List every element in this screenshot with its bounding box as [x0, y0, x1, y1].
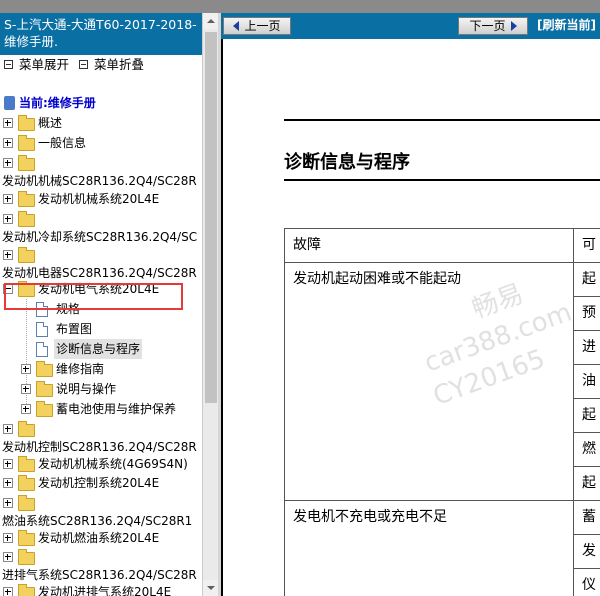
- folder-icon: [18, 135, 35, 151]
- expand-icon: [4, 60, 13, 69]
- expand-plus-icon[interactable]: [3, 587, 13, 596]
- diagnosis-table: 故障 可 发动机起动困难或不能起动 起 预 进 油 起 燃 起 发电机不充电或充…: [284, 228, 600, 596]
- scroll-thumb[interactable]: [205, 32, 217, 403]
- folder-icon: [18, 530, 35, 546]
- toc-scrollbar[interactable]: [202, 13, 219, 596]
- content-panel: 上一页 下一页 [刷新当前] 诊断信息与程序 故障 可 发动机起动困难或不能起动…: [221, 13, 600, 596]
- fault-cell: 发动机起动困难或不能起动: [284, 262, 574, 501]
- folder-icon: [18, 456, 35, 472]
- highlight-box: [4, 283, 183, 310]
- tree-label: 说明与操作: [56, 382, 117, 396]
- expand-plus-icon[interactable]: [3, 478, 13, 488]
- cause-cell: 起: [573, 398, 600, 433]
- collapse-icon: [79, 60, 89, 69]
- folder-icon: [18, 584, 35, 596]
- heading-rule-bottom: [284, 179, 600, 181]
- expand-plus-icon[interactable]: [3, 498, 13, 508]
- header-fault: 故障: [284, 228, 574, 263]
- folder-icon: [18, 475, 35, 491]
- tree-label: 发动机机械系统20L4E: [38, 192, 160, 206]
- menu-controls: 菜单展开 菜单折叠: [0, 55, 202, 75]
- cause-cell: 起: [573, 262, 600, 297]
- top-strip: [0, 0, 600, 13]
- expand-plus-icon[interactable]: [3, 194, 13, 204]
- expand-plus-icon[interactable]: [21, 384, 31, 394]
- expand-plus-icon[interactable]: [21, 364, 31, 374]
- document-icon: [36, 342, 48, 357]
- manual-title: S-上汽大通-大通T60-2017-2018- 维修手册.: [0, 13, 202, 55]
- tree-label: 发动机控制系统20L4E: [38, 476, 160, 490]
- folder-icon: [36, 401, 53, 417]
- cause-cell: 仪: [573, 568, 600, 596]
- tree-label-selected: 诊断信息与程序: [54, 339, 143, 359]
- prev-page-button[interactable]: 上一页: [223, 17, 291, 35]
- folder-icon: [18, 549, 35, 565]
- cause-cell: 进: [573, 330, 600, 365]
- right-arrow-icon: [510, 20, 517, 31]
- expand-plus-icon[interactable]: [3, 214, 13, 224]
- expand-plus-icon[interactable]: [3, 533, 13, 543]
- expand-plus-icon[interactable]: [3, 424, 13, 434]
- tree-label: 蓄电池使用与维护保养: [56, 402, 177, 416]
- cause-cell: 预: [573, 296, 600, 331]
- tree-label: 发动机进排气系统20L4E: [38, 585, 172, 596]
- page-nav-bar: 上一页 下一页 [刷新当前]: [221, 13, 600, 39]
- toc-panel: S-上汽大通-大通T60-2017-2018- 维修手册. 菜单展开 菜单折叠 当…: [0, 13, 202, 596]
- cause-cell: 发: [573, 534, 600, 569]
- tree-label: 概述: [38, 116, 63, 130]
- folder-icon: [36, 361, 53, 377]
- tree-label: 发动机冷却系统SC28R136.2Q4/SC: [2, 230, 198, 244]
- expand-plus-icon[interactable]: [3, 459, 13, 469]
- folder-icon: [18, 247, 35, 263]
- tree-label: 一般信息: [38, 136, 87, 150]
- content-left-border: [221, 39, 223, 596]
- scroll-down-arrow-icon[interactable]: [203, 580, 219, 596]
- refresh-link[interactable]: [刷新当前]: [537, 17, 596, 33]
- folder-icon: [18, 115, 35, 131]
- expand-plus-icon[interactable]: [3, 118, 13, 128]
- folder-icon: [36, 381, 53, 397]
- next-label: 下一页: [469, 19, 506, 33]
- heading-rule-top: [284, 119, 600, 121]
- current-label: 当前:维修手册: [19, 96, 96, 110]
- tree-label: 发动机机械系统(4G69S4N): [38, 457, 188, 471]
- expand-plus-icon[interactable]: [3, 138, 13, 148]
- cause-cell: 油: [573, 364, 600, 399]
- cause-cell: 燃: [573, 432, 600, 467]
- folder-icon: [18, 211, 35, 227]
- document-icon: [36, 322, 48, 337]
- tree-label: 发动机燃油系统20L4E: [38, 531, 160, 545]
- menu-expand-link[interactable]: 菜单展开: [19, 57, 69, 72]
- manual-book-icon: [4, 96, 15, 110]
- next-page-button[interactable]: 下一页: [458, 17, 528, 35]
- tree-label: 维修指南: [56, 362, 105, 376]
- page-heading: 诊断信息与程序: [284, 152, 410, 173]
- menu-collapse-link[interactable]: 菜单折叠: [94, 57, 144, 72]
- table-header-row: 故障 可: [284, 228, 600, 263]
- table-row: 发动机起动困难或不能起动 起: [284, 262, 600, 501]
- table-row: 发电机不充电或充电不足 蓄: [284, 500, 600, 596]
- folder-icon: [18, 191, 35, 207]
- prev-label: 上一页: [244, 19, 281, 33]
- tree-label: 布置图: [56, 322, 93, 336]
- fault-cell: 发电机不充电或充电不足: [284, 500, 574, 596]
- scroll-up-arrow-icon[interactable]: [203, 13, 219, 29]
- cause-cell: 起: [573, 466, 600, 501]
- cause-cell: 蓄: [573, 500, 600, 535]
- header-cause: 可: [573, 228, 600, 263]
- left-arrow-icon: [233, 20, 240, 31]
- expand-plus-icon[interactable]: [3, 552, 13, 562]
- folder-icon: [18, 495, 35, 511]
- folder-icon: [18, 155, 35, 171]
- expand-plus-icon[interactable]: [3, 158, 13, 168]
- expand-plus-icon[interactable]: [21, 404, 31, 414]
- expand-plus-icon[interactable]: [3, 250, 13, 260]
- folder-icon: [18, 421, 35, 437]
- tree-label: 发动机机械SC28R136.2Q4/SC28R: [2, 174, 197, 188]
